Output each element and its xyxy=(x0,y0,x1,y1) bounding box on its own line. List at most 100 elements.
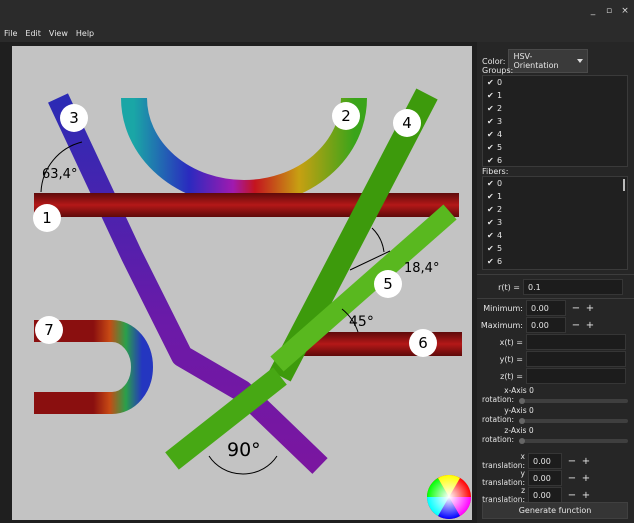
color-mode-dropdown[interactable]: HSV-Orientation xyxy=(508,49,589,73)
groups-label: Groups: xyxy=(482,66,514,75)
list-item[interactable]: ✔ 4 xyxy=(483,128,627,141)
fiber-label-5: 5 xyxy=(383,275,393,293)
slider-handle[interactable] xyxy=(519,398,525,404)
list-item[interactable]: ✔ 2 xyxy=(483,102,627,115)
list-item[interactable]: ✔ 3 xyxy=(483,115,627,128)
z-function-label: z(t) = xyxy=(500,371,523,381)
y-translation-value: 0.00 xyxy=(533,473,551,483)
menu-help[interactable]: Help xyxy=(76,29,94,38)
check-icon[interactable]: ✔ xyxy=(487,257,497,266)
menu-edit[interactable]: Edit xyxy=(25,29,41,38)
y-rotation-label: rotation: xyxy=(482,415,514,424)
menu-file[interactable]: File xyxy=(4,29,17,38)
check-icon[interactable]: ✔ xyxy=(487,156,497,165)
group-label: 6 xyxy=(497,156,503,165)
list-item[interactable]: ✔ 1 xyxy=(483,89,627,102)
maximum-input[interactable]: 0.00 xyxy=(526,317,566,333)
minimum-increment-button[interactable]: + xyxy=(583,303,597,314)
fiber-label-7: 7 xyxy=(44,321,54,339)
x-translation-input[interactable]: 0.00 xyxy=(528,453,562,469)
fiber-6-tube xyxy=(302,332,462,356)
chevron-down-icon xyxy=(577,59,584,63)
list-item[interactable]: ✔ 2 xyxy=(483,203,627,216)
check-icon[interactable]: ✔ xyxy=(487,117,497,126)
angle-arc-18 xyxy=(371,227,385,253)
maximize-icon[interactable]: ▫ xyxy=(602,6,616,16)
z-translation-input[interactable]: 0.00 xyxy=(528,487,562,503)
check-icon[interactable]: ✔ xyxy=(487,143,497,152)
z-rotation-label: rotation: xyxy=(482,435,514,444)
y-translation-increment-button[interactable]: + xyxy=(579,473,593,484)
list-item[interactable]: ✔ 6 xyxy=(483,255,627,268)
check-icon[interactable]: ✔ xyxy=(487,91,497,100)
minimize-icon[interactable]: _ xyxy=(586,6,600,16)
minimum-input[interactable]: 0.00 xyxy=(526,300,566,316)
fiber-scene: 63,4° 18,4° 45° 90° 1 2 3 4 5 6 7 xyxy=(33,88,471,519)
check-icon[interactable]: ✔ xyxy=(487,192,497,201)
z-translation-increment-button[interactable]: + xyxy=(579,490,593,501)
list-item[interactable]: ✔ 5 xyxy=(483,242,627,255)
slider-handle[interactable] xyxy=(519,438,525,444)
fiber-label: 0 xyxy=(497,179,503,188)
generate-function-button[interactable]: Generate function xyxy=(482,502,628,519)
y-translation-input[interactable]: 0.00 xyxy=(528,470,562,486)
x-axis-label: x-Axis 0 xyxy=(504,386,534,395)
x-translation-label: x translation: xyxy=(482,452,525,470)
list-item[interactable]: ✔ 5 xyxy=(483,141,627,154)
y-axis-label: y-Axis 0 xyxy=(504,406,534,415)
menu-bar: File Edit View Help xyxy=(0,24,634,42)
render-viewport[interactable]: 63,4° 18,4° 45° 90° 1 2 3 4 5 6 7 xyxy=(12,46,472,520)
divider xyxy=(477,298,634,299)
z-rotation-slider[interactable] xyxy=(519,438,628,444)
check-icon[interactable]: ✔ xyxy=(487,179,497,188)
check-icon[interactable]: ✔ xyxy=(487,231,497,240)
x-rotation-slider[interactable] xyxy=(519,398,628,404)
control-panel: Color: HSV-Orientation Groups: ✔ 0 ✔ 1 ✔ 2 … xyxy=(477,42,634,523)
check-icon[interactable]: ✔ xyxy=(487,130,497,139)
scrollbar[interactable] xyxy=(623,179,625,191)
group-label: 5 xyxy=(497,143,503,152)
list-item[interactable]: ✔ 6 xyxy=(483,154,627,167)
check-icon[interactable]: ✔ xyxy=(487,205,497,214)
z-axis-label: z-Axis 0 xyxy=(504,426,534,435)
fiber-label: 2 xyxy=(497,205,503,214)
x-translation-increment-button[interactable]: + xyxy=(579,456,593,467)
group-label: 1 xyxy=(497,91,503,100)
menu-view[interactable]: View xyxy=(49,29,68,38)
x-translation-decrement-button[interactable]: − xyxy=(565,456,579,467)
check-icon[interactable]: ✔ xyxy=(487,104,497,113)
fibers-list[interactable]: ✔ 0 ✔ 1 ✔ 2 ✔ 3 ✔ 4 ✔ 5 ✔ 6 xyxy=(482,176,628,270)
maximum-decrement-button[interactable]: − xyxy=(569,320,583,331)
group-label: 3 xyxy=(497,117,503,126)
groups-list[interactable]: ✔ 0 ✔ 1 ✔ 2 ✔ 3 ✔ 4 ✔ 5 ✔ 6 xyxy=(482,75,628,167)
r-label: r(t) = xyxy=(498,282,520,292)
r-value: 0.1 xyxy=(528,282,541,292)
check-icon[interactable]: ✔ xyxy=(487,78,497,87)
list-item[interactable]: ✔ 3 xyxy=(483,216,627,229)
z-translation-decrement-button[interactable]: − xyxy=(565,490,579,501)
list-item[interactable]: ✔ 0 xyxy=(483,177,627,190)
list-item[interactable]: ✔ 1 xyxy=(483,190,627,203)
z-function-input[interactable] xyxy=(526,368,626,384)
fiber-label-4: 4 xyxy=(402,114,412,132)
y-function-input[interactable] xyxy=(526,351,626,367)
group-label: 0 xyxy=(497,78,503,87)
fiber-label-6: 6 xyxy=(418,334,428,352)
list-item[interactable]: ✔ 4 xyxy=(483,229,627,242)
color-mode-value: HSV-Orientation xyxy=(513,52,559,70)
x-function-input[interactable] xyxy=(526,334,626,350)
z-translation-value: 0.00 xyxy=(533,490,551,500)
divider xyxy=(477,274,634,275)
check-icon[interactable]: ✔ xyxy=(487,218,497,227)
slider-handle[interactable] xyxy=(519,418,525,424)
list-item[interactable]: ✔ 0 xyxy=(483,76,627,89)
y-translation-decrement-button[interactable]: − xyxy=(565,473,579,484)
maximum-increment-button[interactable]: + xyxy=(583,320,597,331)
check-icon[interactable]: ✔ xyxy=(487,244,497,253)
fiber-label: 1 xyxy=(497,192,503,201)
r-input[interactable]: 0.1 xyxy=(523,279,623,295)
close-icon[interactable]: × xyxy=(618,6,632,16)
y-rotation-slider[interactable] xyxy=(519,418,628,424)
minimum-decrement-button[interactable]: − xyxy=(569,303,583,314)
y-function-label: y(t) = xyxy=(499,354,523,364)
